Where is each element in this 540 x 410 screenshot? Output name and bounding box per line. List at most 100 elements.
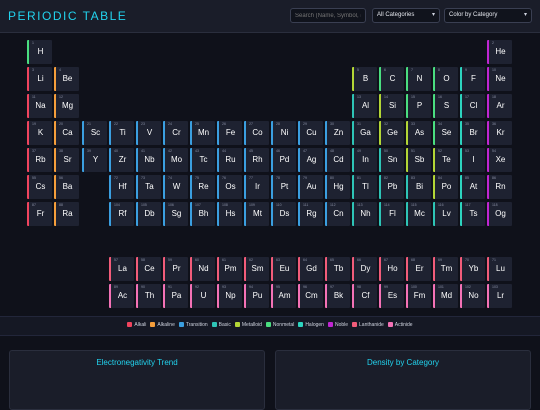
element-cell-b[interactable]: 5B <box>352 67 377 91</box>
element-cell-fe[interactable]: 26 Fe <box>217 121 242 145</box>
element-cell-o[interactable]: 8O <box>433 67 458 91</box>
element-cell-f[interactable]: 9F <box>460 67 485 91</box>
element-cell-y[interactable]: 39 Y <box>82 148 107 172</box>
element-cell-rh[interactable]: 45 Rh <box>244 148 269 172</box>
element-cell-kr[interactable]: 36 Kr <box>487 121 512 145</box>
element-cell-lr[interactable]: 103 Lr <box>487 284 512 308</box>
element-cell-zr[interactable]: 40 Zr <box>109 148 134 172</box>
element-cell-nd[interactable]: 60 Nd <box>190 257 215 281</box>
element-cell-es[interactable]: 99 Es <box>379 284 404 308</box>
element-cell-he[interactable]: 2 He <box>487 40 512 64</box>
element-cell-fr[interactable]: 87 Fr <box>27 202 52 226</box>
element-cell-k[interactable]: 19 K <box>27 121 52 145</box>
element-cell-ir[interactable]: 77 Ir <box>244 175 269 199</box>
element-cell-ca[interactable]: 20 Ca <box>54 121 79 145</box>
element-cell-pb[interactable]: 82 Pb <box>379 175 404 199</box>
element-cell-na[interactable]: 11 Na <box>27 94 52 118</box>
element-cell-p[interactable]: 15 P <box>406 94 431 118</box>
element-cell-ru[interactable]: 44 Ru <box>217 148 242 172</box>
color-mode-select[interactable]: Color by Category ▾ <box>444 8 532 23</box>
element-cell-sr[interactable]: 38 Sr <box>54 148 79 172</box>
element-cell-rf[interactable]: 104 Rf <box>109 202 134 226</box>
element-cell-w[interactable]: 74 W <box>163 175 188 199</box>
element-cell-ba[interactable]: 56 Ba <box>54 175 79 199</box>
element-cell-be[interactable]: 4 Be <box>54 67 79 91</box>
element-cell-am[interactable]: 95 Am <box>271 284 296 308</box>
element-cell-cu[interactable]: 29 Cu <box>298 121 323 145</box>
element-cell-er[interactable]: 68 Er <box>406 257 431 281</box>
element-cell-sm[interactable]: 62 Sm <box>244 257 269 281</box>
element-cell-u[interactable]: 92 U <box>190 284 215 308</box>
element-cell-rg[interactable]: 111 Rg <box>298 202 323 226</box>
element-cell-as[interactable]: 33 As <box>406 121 431 145</box>
element-cell-ra[interactable]: 88 Ra <box>54 202 79 226</box>
element-cell-xe[interactable]: 54 Xe <box>487 148 512 172</box>
element-cell-cl[interactable]: 17 Cl <box>460 94 485 118</box>
element-cell-br[interactable]: 35 Br <box>460 121 485 145</box>
element-cell-pt[interactable]: 78 Pt <box>271 175 296 199</box>
element-cell-rn[interactable]: 86 Rn <box>487 175 512 199</box>
element-cell-bh[interactable]: 107 Bh <box>190 202 215 226</box>
element-cell-md[interactable]: 101 Md <box>433 284 458 308</box>
element-cell-ne[interactable]: 10 Ne <box>487 67 512 91</box>
element-cell-no[interactable]: 102 No <box>460 284 485 308</box>
element-cell-th[interactable]: 90 Th <box>136 284 161 308</box>
element-cell-si[interactable]: 14 Si <box>379 94 404 118</box>
element-cell-tl[interactable]: 81 Tl <box>352 175 377 199</box>
element-cell-sb[interactable]: 51 Sb <box>406 148 431 172</box>
element-cell-ac[interactable]: 89 Ac <box>109 284 134 308</box>
element-cell-co[interactable]: 27 Co <box>244 121 269 145</box>
element-cell-cm[interactable]: 96 Cm <box>298 284 323 308</box>
element-cell-nh[interactable]: 113 Nh <box>352 202 377 226</box>
element-cell-te[interactable]: 52 Te <box>433 148 458 172</box>
element-cell-cn[interactable]: 112 Cn <box>325 202 350 226</box>
element-cell-c[interactable]: 6C <box>379 67 404 91</box>
element-cell-pu[interactable]: 94 Pu <box>244 284 269 308</box>
element-cell-ti[interactable]: 22 Ti <box>109 121 134 145</box>
element-cell-pm[interactable]: 61 Pm <box>217 257 242 281</box>
element-cell-v[interactable]: 23 V <box>136 121 161 145</box>
element-cell-n[interactable]: 7N <box>406 67 431 91</box>
element-cell-s[interactable]: 16 S <box>433 94 458 118</box>
element-cell-og[interactable]: 118 Og <box>487 202 512 226</box>
element-cell-al[interactable]: 13 Al <box>352 94 377 118</box>
element-cell-tb[interactable]: 65 Tb <box>325 257 350 281</box>
element-cell-ds[interactable]: 110 Ds <box>271 202 296 226</box>
element-cell-po[interactable]: 84 Po <box>433 175 458 199</box>
element-cell-fm[interactable]: 100 Fm <box>406 284 431 308</box>
element-cell-tc[interactable]: 43 Tc <box>190 148 215 172</box>
element-cell-au[interactable]: 79 Au <box>298 175 323 199</box>
element-cell-la[interactable]: 57 La <box>109 257 134 281</box>
element-cell-ar[interactable]: 18 Ar <box>487 94 512 118</box>
element-cell-hf[interactable]: 72 Hf <box>109 175 134 199</box>
element-cell-lv[interactable]: 116 Lv <box>433 202 458 226</box>
element-cell-ag[interactable]: 47 Ag <box>298 148 323 172</box>
element-cell-lu[interactable]: 71 Lu <box>487 257 512 281</box>
element-cell-ga[interactable]: 31 Ga <box>352 121 377 145</box>
element-cell-np[interactable]: 93 Np <box>217 284 242 308</box>
element-cell-re[interactable]: 75 Re <box>190 175 215 199</box>
element-cell-fl[interactable]: 114 Fl <box>379 202 404 226</box>
element-cell-mn[interactable]: 25 Mn <box>190 121 215 145</box>
element-cell-mg[interactable]: 12 Mg <box>54 94 79 118</box>
element-cell-gd[interactable]: 64 Gd <box>298 257 323 281</box>
element-cell-ta[interactable]: 73 Ta <box>136 175 161 199</box>
element-cell-cs[interactable]: 55 Cs <box>27 175 52 199</box>
element-cell-ni[interactable]: 28 Ni <box>271 121 296 145</box>
element-cell-hs[interactable]: 108 Hs <box>217 202 242 226</box>
element-cell-sg[interactable]: 106 Sg <box>163 202 188 226</box>
element-cell-yb[interactable]: 70 Yb <box>460 257 485 281</box>
element-cell-db[interactable]: 105 Db <box>136 202 161 226</box>
element-cell-h[interactable]: 1H <box>27 40 52 64</box>
element-cell-ge[interactable]: 32 Ge <box>379 121 404 145</box>
category-select[interactable]: All Categories ▾ <box>372 8 440 23</box>
element-cell-bk[interactable]: 97 Bk <box>325 284 350 308</box>
element-cell-ts[interactable]: 117 Ts <box>460 202 485 226</box>
element-cell-in[interactable]: 49 In <box>352 148 377 172</box>
element-cell-rb[interactable]: 37 Rb <box>27 148 52 172</box>
element-cell-ce[interactable]: 58 Ce <box>136 257 161 281</box>
element-cell-mt[interactable]: 109 Mt <box>244 202 269 226</box>
element-cell-pr[interactable]: 59 Pr <box>163 257 188 281</box>
element-cell-hg[interactable]: 80 Hg <box>325 175 350 199</box>
element-cell-cr[interactable]: 24 Cr <box>163 121 188 145</box>
